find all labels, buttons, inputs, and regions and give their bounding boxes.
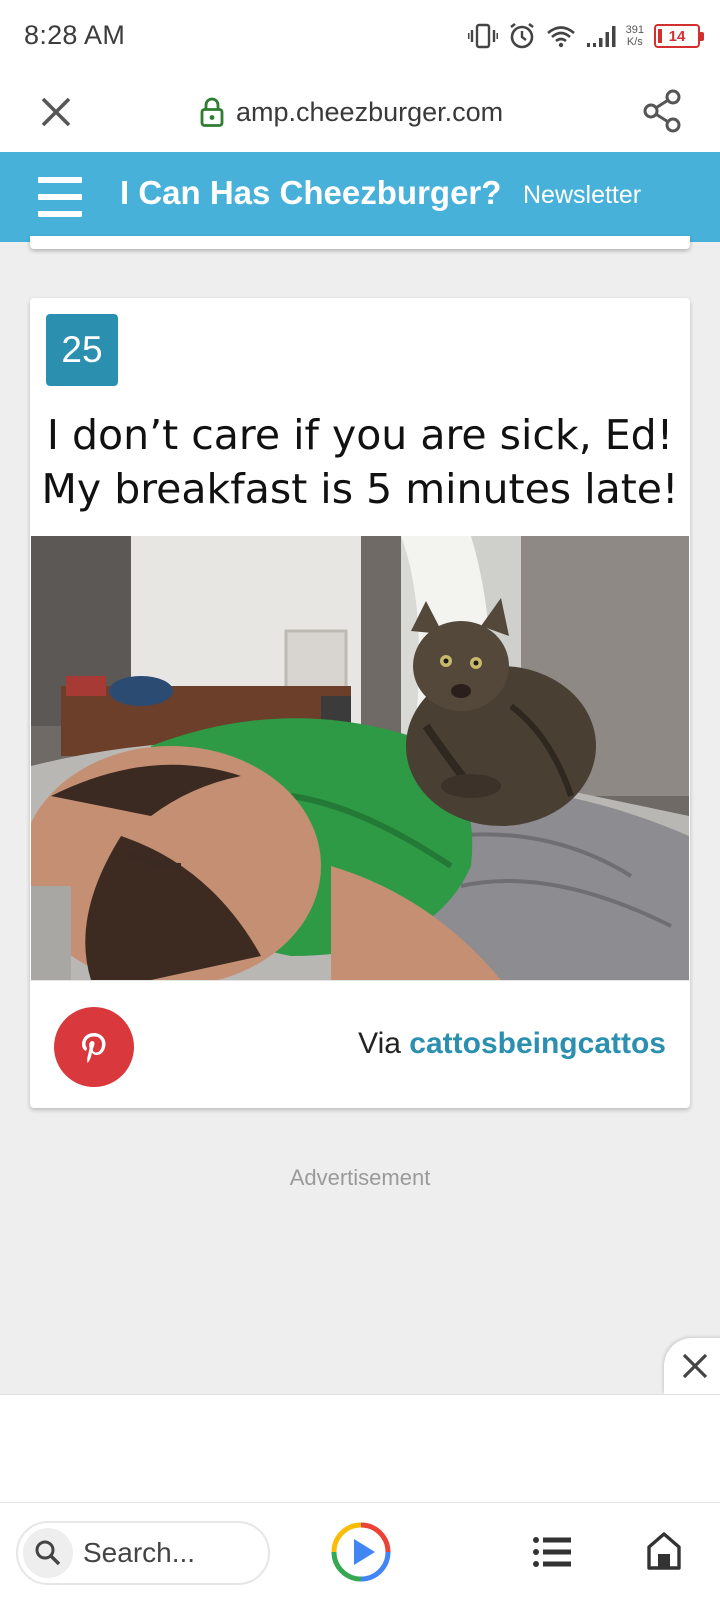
meme-caption-line-1: I don’t care if you are sick, Ed!: [46, 411, 674, 459]
close-icon[interactable]: [36, 92, 76, 132]
vibrate-icon: [467, 23, 498, 49]
url-text: amp.cheezburger.com: [236, 96, 504, 127]
network-speed: 391 K/s: [626, 24, 644, 48]
ad-close-button[interactable]: [664, 1338, 720, 1394]
network-speed-value: 391: [625, 24, 644, 36]
wifi-icon: [546, 26, 575, 48]
signal-icon: [586, 26, 616, 47]
browser-address-bar: amp.cheezburger.com: [0, 72, 720, 152]
via-source-link[interactable]: cattosbeingcattos: [409, 1027, 666, 1060]
alarm-icon: [509, 22, 534, 49]
play-icon[interactable]: [330, 1521, 392, 1583]
battery-level: 14: [668, 27, 686, 45]
list-icon[interactable]: [532, 1535, 572, 1569]
site-header: I Can Has Cheezburger? Newsletter: [0, 152, 720, 242]
meme-caption-line-2: My breakfast is 5 minutes late!: [41, 465, 679, 513]
via-attribution: Via cattosbeingcattos: [358, 1027, 666, 1061]
lock-icon: [200, 97, 224, 127]
battery-icon: 14: [654, 24, 704, 48]
card-footer: Via cattosbeingcattos: [30, 980, 690, 1108]
share-icon[interactable]: [640, 88, 684, 134]
advertisement-label: Advertisement: [289, 1165, 431, 1190]
previous-card-edge: [30, 236, 690, 249]
close-icon: [682, 1353, 708, 1379]
network-speed-unit: K/s: [626, 36, 643, 48]
search-icon-wrap: [23, 1528, 73, 1578]
bottom-navigation-bar: Search...: [0, 1502, 720, 1600]
status-bar: 8:28 AM 391 K/s 14: [0, 0, 720, 72]
pinterest-icon: [82, 1033, 106, 1063]
site-title[interactable]: I Can Has Cheezburger?: [120, 174, 501, 212]
pinterest-button[interactable]: [54, 1007, 134, 1087]
search-input[interactable]: Search...: [16, 1521, 270, 1585]
meme-photo[interactable]: [31, 536, 689, 980]
search-placeholder: Search...: [83, 1537, 196, 1568]
meme-card: 25 I don’t care if you are sick, Ed! My …: [30, 298, 690, 1108]
ad-banner[interactable]: [0, 1394, 720, 1502]
home-icon[interactable]: [646, 1531, 682, 1571]
newsletter-link[interactable]: Newsletter: [523, 181, 641, 210]
via-prefix: Via: [358, 1027, 401, 1060]
hamburger-menu-icon[interactable]: [38, 177, 82, 217]
meme-caption: I don’t care if you are sick, Ed! My bre…: [30, 408, 690, 516]
search-icon: [35, 1540, 61, 1566]
status-time: 8:28 AM: [24, 20, 126, 50]
url-field[interactable]: amp.cheezburger.com: [200, 92, 503, 132]
item-number-badge: 25: [46, 314, 118, 386]
status-icons: 391 K/s 14: [467, 18, 704, 54]
